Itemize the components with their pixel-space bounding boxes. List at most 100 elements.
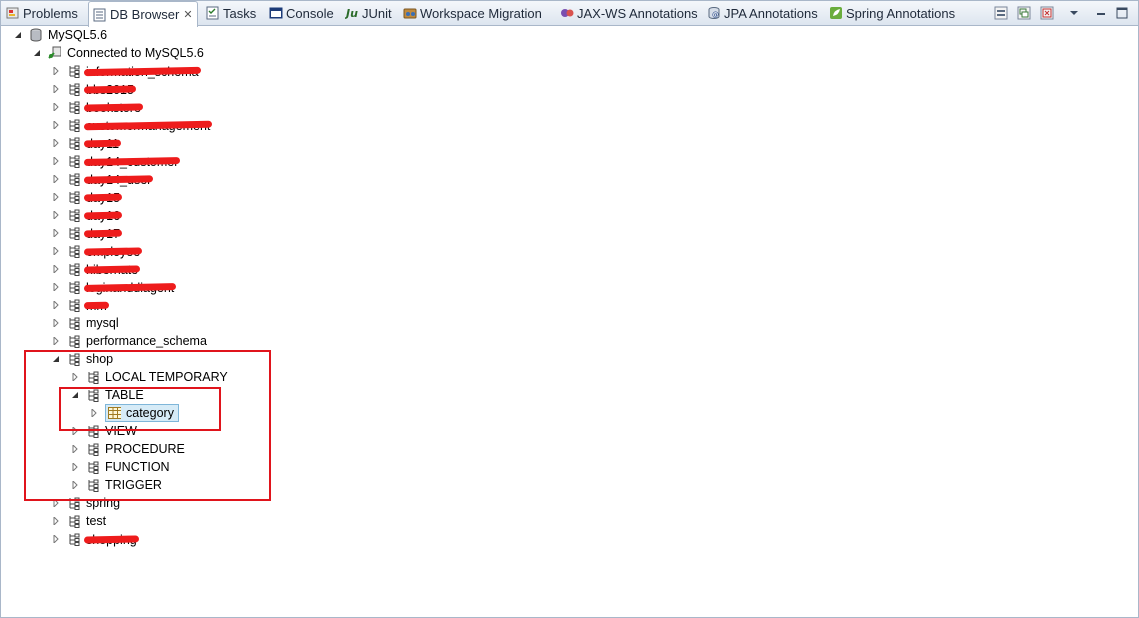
schema-icon — [67, 496, 80, 510]
tree-node-view[interactable]: VIEW — [70, 422, 137, 440]
collapsed-arrow-icon[interactable] — [89, 408, 99, 418]
schema-icon — [67, 532, 80, 546]
expanded-arrow-icon[interactable] — [13, 30, 23, 40]
tree-node-trigger[interactable]: TRIGGER — [70, 476, 162, 494]
collapsed-arrow-icon[interactable] — [51, 264, 61, 274]
tree-label: day14_customer — [86, 155, 179, 169]
collapsed-arrow-icon[interactable] — [51, 300, 61, 310]
tree-node-procedure[interactable]: PROCEDURE — [70, 440, 185, 458]
schema-icon — [67, 262, 80, 276]
collapsed-arrow-icon[interactable] — [70, 462, 80, 472]
selected-tree-item[interactable]: category — [105, 404, 179, 422]
db-tree: MySQL5.6 Connected to MySQL5.6 informati… — [1, 26, 1138, 616]
db-browser-icon — [93, 8, 107, 22]
tree-node-table[interactable]: TABLE — [70, 386, 144, 404]
tab-spring-annotations[interactable]: Spring Annotations — [829, 1, 955, 25]
tree-node-schema-test[interactable]: test — [51, 512, 106, 530]
tree-node-category-table[interactable]: category — [89, 404, 179, 422]
collapsed-arrow-icon[interactable] — [51, 120, 61, 130]
collapsed-arrow-icon[interactable] — [70, 372, 80, 382]
collapsed-arrow-icon[interactable] — [70, 480, 80, 490]
expanded-arrow-icon[interactable] — [32, 48, 42, 58]
tree-node-schema-spring[interactable]: spring — [51, 494, 120, 512]
collapsed-arrow-icon[interactable] — [51, 84, 61, 94]
tree-label: LOCAL TEMPORARY — [105, 370, 228, 384]
folder-tree-icon — [86, 478, 99, 492]
collapsed-arrow-icon[interactable] — [51, 336, 61, 346]
collapsed-arrow-icon[interactable] — [51, 102, 61, 112]
tree-label: bookstore — [86, 101, 141, 115]
tab-jax-ws-annotations[interactable]: JAX-WS Annotations — [560, 1, 698, 25]
schema-icon — [67, 316, 80, 330]
view-menu-icon[interactable] — [1067, 6, 1081, 20]
console-icon — [269, 6, 283, 20]
tree-node-root[interactable]: MySQL5.6 — [13, 26, 107, 44]
collapsed-arrow-icon[interactable] — [51, 210, 61, 220]
tree-node-schema[interactable]: day15 — [51, 188, 120, 206]
tree-label: mysql — [86, 316, 119, 330]
tree-node-schema[interactable]: bookstore — [51, 98, 141, 116]
tree-node-schema[interactable]: day16 — [51, 206, 120, 224]
tree-node-connection[interactable]: Connected to MySQL5.6 — [32, 44, 204, 62]
maximize-view-icon[interactable] — [1040, 6, 1054, 20]
collapsed-arrow-icon[interactable] — [51, 138, 61, 148]
schema-icon — [67, 136, 80, 150]
schema-icon — [67, 118, 80, 132]
tree-label: hibernate — [86, 263, 139, 277]
folder-tree-icon — [86, 424, 99, 438]
tree-node-schema[interactable]: customermanagement — [51, 116, 210, 134]
tab-label: Problems — [23, 5, 78, 21]
tree-node-schema[interactable]: bbs2015 — [51, 80, 134, 98]
database-server-icon — [29, 28, 42, 42]
tree-node-schema[interactable]: day17 — [51, 224, 120, 242]
minimize-icon[interactable] — [1094, 6, 1108, 20]
tab-console[interactable]: Console — [269, 1, 334, 25]
tree-node-schema[interactable]: information_schema — [51, 62, 199, 80]
spring-icon — [829, 6, 843, 20]
expanded-arrow-icon[interactable] — [51, 354, 61, 364]
tree-node-schema[interactable]: mm — [51, 296, 107, 314]
folder-tree-icon — [86, 442, 99, 456]
tab-problems[interactable]: Problems — [6, 1, 78, 25]
tree-node-local-temporary[interactable]: LOCAL TEMPORARY — [70, 368, 228, 386]
collapsed-arrow-icon[interactable] — [51, 156, 61, 166]
collapsed-arrow-icon[interactable] — [51, 246, 61, 256]
tab-jpa-annotations[interactable]: @ JPA Annotations — [707, 1, 818, 25]
collapsed-arrow-icon[interactable] — [70, 426, 80, 436]
collapsed-arrow-icon[interactable] — [51, 228, 61, 238]
collapsed-arrow-icon[interactable] — [51, 516, 61, 526]
tree-node-function[interactable]: FUNCTION — [70, 458, 170, 476]
tab-junit[interactable]: Ju JUnit — [345, 1, 392, 25]
maximize-icon[interactable] — [1115, 6, 1129, 20]
collapsed-arrow-icon[interactable] — [51, 192, 61, 202]
collapsed-arrow-icon[interactable] — [51, 66, 61, 76]
restore-view-icon[interactable] — [1017, 6, 1031, 20]
tree-node-schema-mysql[interactable]: mysql — [51, 314, 119, 332]
collapsed-arrow-icon[interactable] — [70, 444, 80, 454]
tree-node-schema-performance-schema[interactable]: performance_schema — [51, 332, 207, 350]
tree-node-schema[interactable]: loginanddiagent — [51, 278, 174, 296]
tree-node-schema[interactable]: hibernate — [51, 260, 138, 278]
tree-node-schema[interactable]: employee — [51, 242, 140, 260]
collapsed-arrow-icon[interactable] — [51, 282, 61, 292]
collapsed-arrow-icon[interactable] — [51, 498, 61, 508]
tree-node-schema[interactable]: day14_customer — [51, 152, 178, 170]
junit-icon: Ju — [345, 6, 359, 20]
collapsed-arrow-icon[interactable] — [51, 534, 61, 544]
tree-node-schema[interactable]: day14_user — [51, 170, 151, 188]
collapsed-arrow-icon[interactable] — [51, 174, 61, 184]
schema-icon — [67, 64, 80, 78]
table-icon — [108, 406, 121, 420]
tree-node-schema[interactable]: day11 — [51, 134, 119, 152]
tab-db-browser[interactable]: DB Browser ✕ — [88, 1, 198, 27]
expanded-arrow-icon[interactable] — [70, 390, 80, 400]
tree-node-schema-shop[interactable]: shop — [51, 350, 113, 368]
close-icon[interactable]: ✕ — [183, 8, 192, 21]
tree-node-schema[interactable]: shopping — [51, 530, 137, 548]
minimize-view-icon[interactable] — [994, 6, 1008, 20]
tree-label: employee — [86, 245, 141, 259]
tasks-icon — [206, 6, 220, 20]
tab-workspace-migration[interactable]: Workspace Migration — [403, 1, 542, 25]
tab-tasks[interactable]: Tasks — [206, 1, 256, 25]
collapsed-arrow-icon[interactable] — [51, 318, 61, 328]
